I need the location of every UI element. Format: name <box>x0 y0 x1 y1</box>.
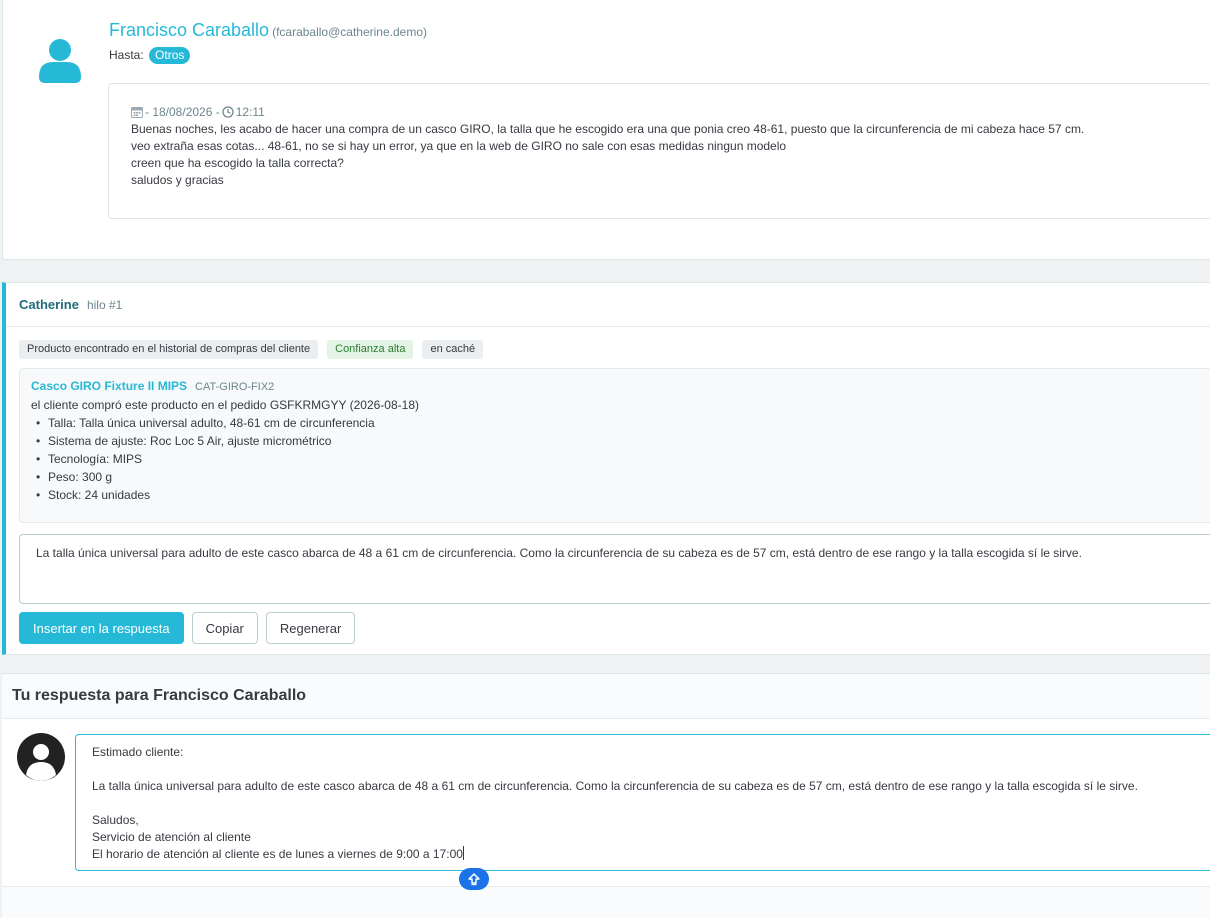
reply-line <box>92 761 1210 778</box>
tag-cache: en caché <box>422 340 484 359</box>
reply-line: Estimado cliente: <box>92 745 184 759</box>
product-title-line: Casco GIRO Fixture II MIPS CAT-GIRO-FIX2 <box>31 379 1210 393</box>
list-item: Peso: 300 g <box>31 468 1210 486</box>
copy-button[interactable]: Copiar <box>191 612 258 644</box>
message-line: creen que ha escogido la talla correcta? <box>131 156 344 170</box>
assistant-tags: Producto encontrado en el historial de c… <box>19 340 484 359</box>
resize-handle[interactable] <box>459 868 489 890</box>
list-item: Talla: Talla única universal adulto, 48-… <box>31 414 1210 432</box>
reply-title-prefix: Tu respuesta para <box>12 687 149 704</box>
customer-message-card: Francisco Caraballo (fcaraballo@catherine… <box>2 0 1210 260</box>
reply-editor[interactable]: Estimado cliente: La talla única univers… <box>75 734 1210 871</box>
message-meta: - 18/08/2026 - 12:11 <box>131 104 1193 120</box>
reply-last-line: El horario de atención al cliente es de … <box>92 846 1210 863</box>
sender-name-line: Francisco Caraballo (fcaraballo@catherine… <box>109 20 427 41</box>
clock-icon <box>222 106 234 118</box>
regenerate-button[interactable]: Regenerar <box>265 612 356 644</box>
text-cursor <box>462 846 464 860</box>
product-name-link[interactable]: Casco GIRO Fixture II MIPS <box>31 379 187 393</box>
reply-title-name: Francisco Caraballo <box>153 687 307 704</box>
customer-avatar-icon <box>39 39 81 83</box>
message-line: saludos y gracias <box>131 173 224 187</box>
reply-line: La talla única universal para adulto de … <box>92 779 1138 793</box>
insert-reply-button[interactable]: Insertar en la respuesta <box>19 612 184 644</box>
message-line: Buenas noches, les acabo de hacer una co… <box>131 122 1085 136</box>
list-item: Sistema de ajuste: Roc Loc 5 Air, ajuste… <box>31 432 1210 450</box>
product-reference: CAT-GIRO-FIX2 <box>195 381 275 393</box>
reply-line <box>92 795 1210 812</box>
list-item: Tecnología: MIPS <box>31 450 1210 468</box>
reply-panel: Tu respuesta para Francisco Caraballo Es… <box>2 673 1210 918</box>
tag-source: Producto encontrado en el historial de c… <box>19 340 319 359</box>
assistant-thread: hilo #1 <box>86 298 123 312</box>
reply-footer <box>2 886 1210 918</box>
arrow-up-icon <box>468 873 480 886</box>
recipient-line: Hasta: Otros <box>109 47 191 64</box>
list-item: Stock: 24 unidades <box>31 486 1210 504</box>
employee-avatar-icon <box>17 733 65 781</box>
calendar-icon <box>131 107 143 118</box>
message-line: veo extraña esas cotas... 48-61, no se s… <box>131 139 787 153</box>
assistant-header: Catherine hilo #1 <box>6 283 1210 327</box>
product-info-box: Casco GIRO Fixture II MIPS CAT-GIRO-FIX2… <box>19 368 1210 523</box>
message-text: Buenas noches, les acabo de hacer una co… <box>131 121 1193 189</box>
recipient-badge: Otros <box>149 47 191 64</box>
assistant-name: Catherine <box>19 297 79 312</box>
message-time: 12:11 <box>235 105 265 119</box>
tag-confidence: Confianza alta <box>327 340 414 359</box>
assistant-panel: Catherine hilo #1 Producto encontrado en… <box>2 282 1210 655</box>
message-body-box: - 18/08/2026 - 12:11 Buenas noches, les … <box>108 83 1210 219</box>
product-purchase-note: el cliente compró este producto en el pe… <box>31 398 419 412</box>
message-date: - 18/08/2026 - <box>145 105 220 119</box>
reply-line: El horario de atención al cliente es de … <box>92 847 463 861</box>
product-specs-list: Talla: Talla única universal adulto, 48-… <box>31 414 1210 504</box>
suggested-answer-box[interactable]: La talla única universal para adulto de … <box>19 534 1210 604</box>
sender-name[interactable]: Francisco Caraballo <box>109 20 269 40</box>
to-label: Hasta: <box>109 48 144 62</box>
sender-email: (fcaraballo@catherine.demo) <box>272 25 427 39</box>
reply-title: Tu respuesta para Francisco Caraballo <box>2 674 1210 719</box>
assistant-actions: Insertar en la respuesta Copiar Regenera… <box>19 612 356 644</box>
reply-line: Servicio de atención al cliente <box>92 830 251 844</box>
reply-line: Saludos, <box>92 813 139 827</box>
